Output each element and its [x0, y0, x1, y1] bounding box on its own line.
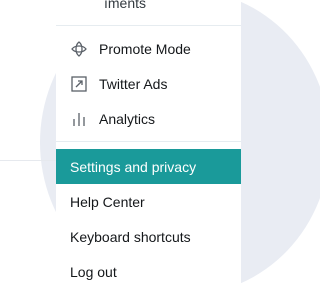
- menu-item-label: Promote Mode: [99, 40, 191, 57]
- promote-mode-icon: [70, 40, 88, 58]
- bar-chart-icon: [70, 110, 88, 128]
- menu-item-analytics[interactable]: Analytics: [56, 101, 241, 136]
- menu-item-label: Settings and privacy: [70, 158, 197, 175]
- menu-item-help-center[interactable]: Help Center: [56, 184, 241, 219]
- menu-item-twitter-ads[interactable]: Twitter Ads: [56, 66, 241, 101]
- menu-item-keyboard-shortcuts[interactable]: Keyboard shortcuts: [56, 219, 241, 254]
- menu-item-log-out[interactable]: Log out: [56, 254, 241, 289]
- account-dropdown-menu: ıments Promote Mode Twitter Ads Analytic…: [56, 0, 241, 300]
- menu-item-label: Twitter Ads: [99, 75, 168, 92]
- menu-item-moments-partial[interactable]: ıments: [104, 0, 146, 11]
- menu-item-label: Analytics: [99, 110, 156, 127]
- menu-item-label: Log out: [70, 263, 117, 280]
- menu-divider: [56, 25, 241, 26]
- menu-item-settings-and-privacy[interactable]: Settings and privacy: [56, 149, 241, 184]
- menu-item-label: Help Center: [70, 193, 145, 210]
- background-divider: [0, 160, 56, 161]
- external-arrow-icon: [70, 75, 88, 93]
- menu-item-label: Keyboard shortcuts: [70, 228, 191, 245]
- menu-item-promote-mode[interactable]: Promote Mode: [56, 31, 241, 66]
- menu-divider: [56, 141, 241, 142]
